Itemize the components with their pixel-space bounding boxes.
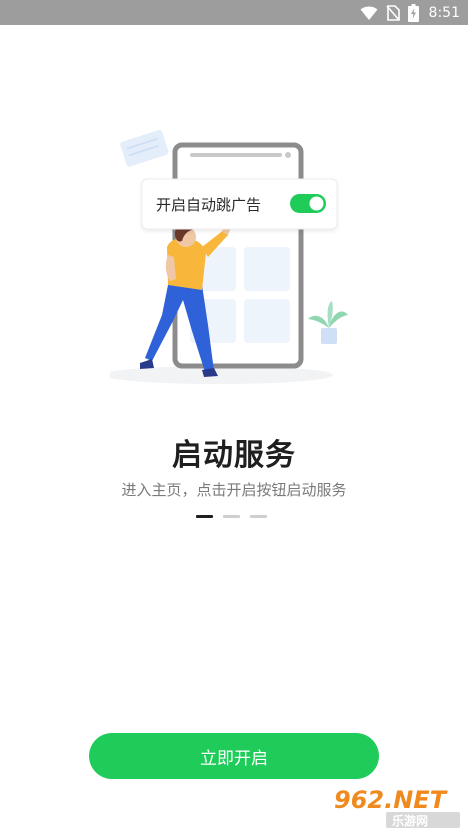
page-dot-1 <box>196 515 213 518</box>
watermark-logo: 962.NET 乐游网 <box>330 784 462 828</box>
onboarding-illustration: 开启自动跳广告 <box>103 125 360 385</box>
svg-text:962.NET: 962.NET <box>334 786 448 814</box>
status-bar: 8:51 <box>0 0 468 25</box>
wifi-icon <box>360 6 378 20</box>
page-subtitle: 进入主页，点击开启按钮启动服务 <box>121 481 347 499</box>
page-dot-2 <box>223 515 240 518</box>
illustration-art: 开启自动跳广告 <box>103 129 348 384</box>
page-indicator <box>196 515 267 518</box>
start-now-button[interactable]: 立即开启 <box>89 733 379 779</box>
floating-card-shape <box>120 129 169 167</box>
battery-charging-icon <box>407 3 419 22</box>
page-dot-3 <box>250 515 267 518</box>
status-time: 8:51 <box>428 4 460 21</box>
no-sim-icon <box>385 4 400 21</box>
status-icons: 8:51 <box>360 3 460 22</box>
page-title: 启动服务 <box>172 438 296 473</box>
toggle-card-label: 开启自动跳广告 <box>156 196 261 214</box>
plant-shape <box>308 301 348 344</box>
toggle-switch <box>290 194 326 213</box>
svg-text:乐游网: 乐游网 <box>392 813 428 828</box>
